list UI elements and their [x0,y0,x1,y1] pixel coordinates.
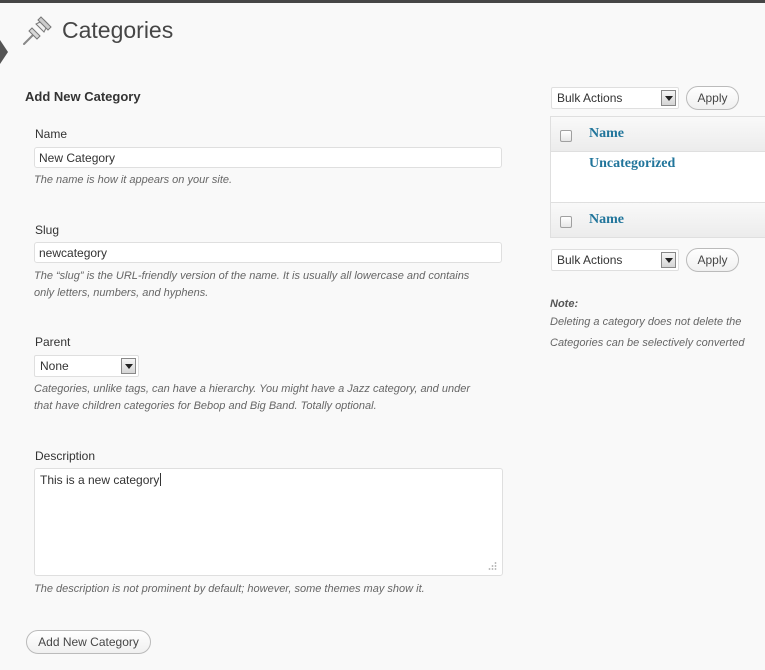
column-footer-name[interactable]: Name [589,212,624,228]
parent-select-value: None [40,359,69,373]
admin-top-bar [0,0,765,3]
apply-button-bottom[interactable]: Apply [686,248,739,272]
slug-label: Slug [35,223,60,237]
note-title: Note: [550,298,579,310]
resize-grip-icon[interactable] [487,561,497,571]
name-help-text: The name is how it appears on your site. [34,174,233,186]
table-row: Uncategorized [550,152,765,202]
table-footer: Name [550,202,765,238]
parent-help-text: Categories, unlike tags, can have a hier… [34,383,470,412]
parent-label: Parent [35,335,71,349]
bulk-actions-value: Bulk Actions [557,91,623,105]
text-caret [160,473,162,486]
description-label: Description [35,449,96,463]
slug-help-text: The “slug” is the URL-friendly version o… [34,270,470,299]
description-text: This is a new category [40,473,160,487]
bulk-actions-select-top[interactable]: Bulk Actions [551,87,679,109]
page-title: Categories [62,17,174,43]
chevron-down-icon[interactable] [661,90,676,106]
select-all-checkbox-footer[interactable] [560,216,572,228]
chevron-down-icon[interactable] [661,252,676,268]
current-menu-arrow-icon [0,40,8,64]
add-new-category-button[interactable]: Add New Category [26,630,151,654]
bulk-actions-value: Bulk Actions [557,253,623,267]
slug-input[interactable] [34,242,502,263]
chevron-down-icon[interactable] [121,358,136,374]
bulk-actions-select-bottom[interactable]: Bulk Actions [551,249,679,271]
description-textarea[interactable]: This is a new category [34,468,503,576]
select-all-checkbox[interactable] [560,130,572,142]
apply-button-top[interactable]: Apply [686,86,739,110]
column-header-name[interactable]: Name [589,126,624,142]
note-text-line-1: Deleting a category does not delete the [550,316,742,328]
description-help-text: The description is not prominent by defa… [34,583,425,595]
add-new-category-heading: Add New Category [25,89,141,104]
pushpin-icon [23,16,52,45]
name-label: Name [35,127,68,141]
name-input[interactable] [34,147,502,168]
category-link-uncategorized[interactable]: Uncategorized [589,156,675,172]
note-text-line-2: Categories can be selectively converted [550,337,745,349]
parent-select[interactable]: None [34,355,139,377]
table-header: Name [550,116,765,152]
